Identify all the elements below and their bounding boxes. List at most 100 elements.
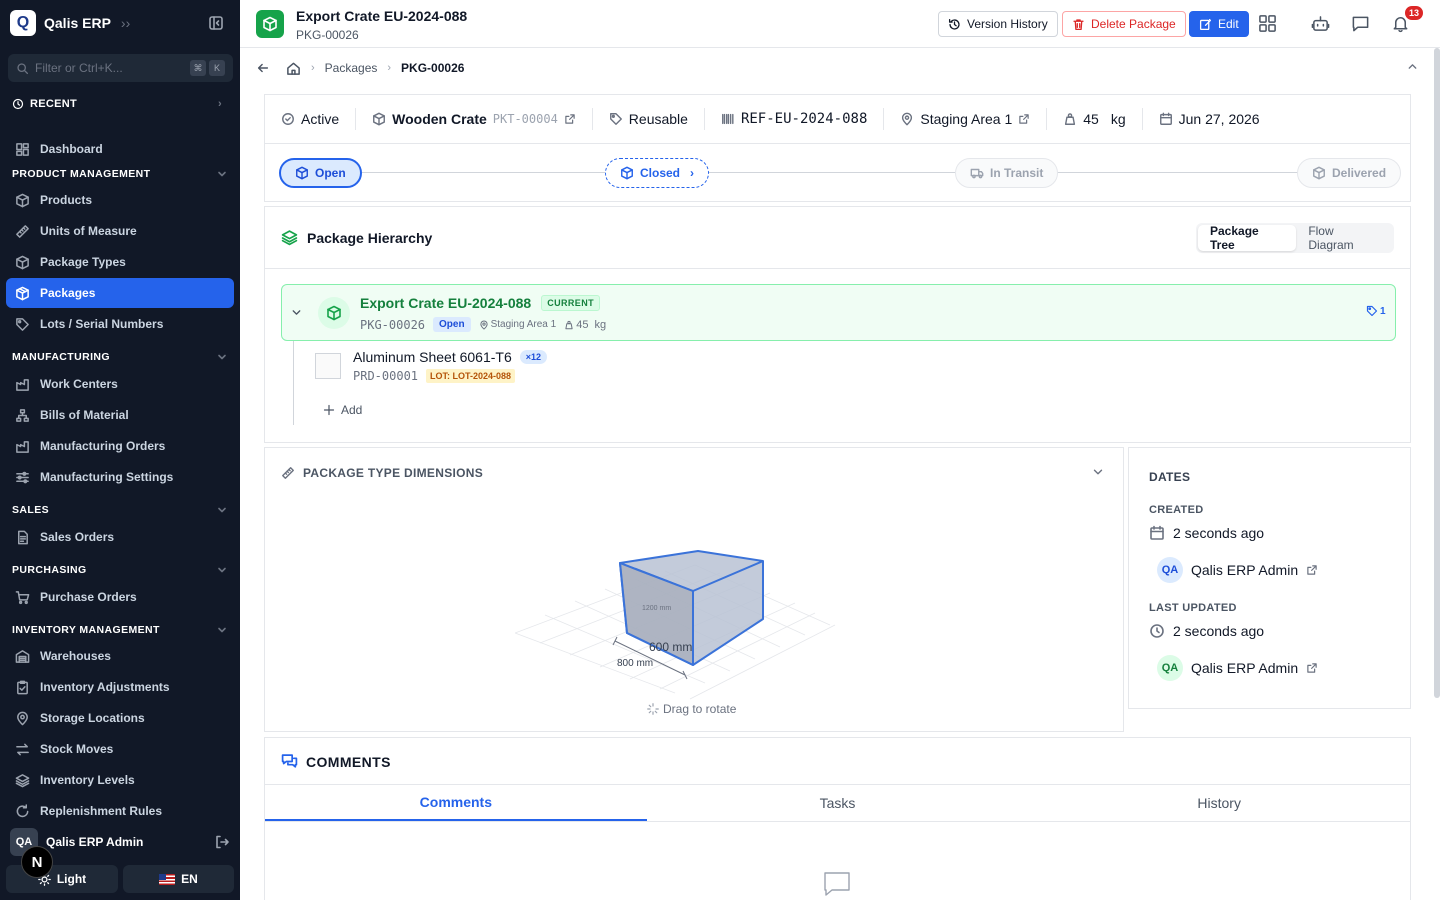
- step-open[interactable]: Open: [279, 158, 362, 188]
- button-label: Edit: [1218, 17, 1239, 31]
- bot-icon[interactable]: [1311, 14, 1330, 33]
- child-count-value: 1: [1380, 305, 1386, 317]
- language-button[interactable]: EN: [123, 865, 234, 893]
- crate-3d-view[interactable]: 1200 mm 600 mm 800 mm: [515, 543, 845, 713]
- sidebar-item-purchase-orders[interactable]: Purchase Orders: [6, 582, 234, 612]
- sidebar-item-units-of-measure[interactable]: Units of Measure: [6, 216, 234, 246]
- child-count: 1: [1366, 305, 1386, 317]
- back-arrow-icon[interactable]: [256, 61, 270, 75]
- weight-value: 45: [1083, 111, 1099, 127]
- trash-icon: [1073, 18, 1084, 30]
- external-link-icon[interactable]: [1018, 113, 1030, 125]
- main-content: Export Crate EU-2024-088 PKG-00026 Versi…: [240, 0, 1440, 900]
- dimensions-title: PACKAGE TYPE DIMENSIONS: [281, 466, 483, 480]
- comments-card: COMMENTS Comments Tasks History: [264, 737, 1411, 900]
- chevron-down-icon[interactable]: [1091, 465, 1105, 479]
- sidebar-item-packages[interactable]: Packages: [6, 278, 234, 308]
- recent-section[interactable]: RECENT ›: [12, 98, 222, 110]
- sidebar-item-manufacturing-orders[interactable]: Manufacturing Orders: [6, 431, 234, 461]
- external-link-icon[interactable]: [1306, 662, 1318, 674]
- filter-input[interactable]: Filter or Ctrl+K... ⌘ K: [8, 54, 233, 82]
- brand[interactable]: Q Qalis ERP ››: [10, 10, 130, 36]
- created-value: 2 seconds ago: [1149, 525, 1264, 541]
- sidebar-item-stock-moves[interactable]: Stock Moves: [6, 734, 234, 764]
- edit-button[interactable]: Edit: [1189, 11, 1249, 37]
- tab-history[interactable]: History: [1028, 785, 1410, 821]
- sidebar-item-dashboard[interactable]: Dashboard: [6, 134, 234, 164]
- updated-by[interactable]: QA Qalis ERP Admin: [1157, 655, 1318, 681]
- package-hierarchy-card: Package Hierarchy Package Tree Flow Diag…: [264, 206, 1411, 443]
- width-label: 600 mm: [649, 640, 692, 654]
- section-purchasing[interactable]: PURCHASING: [12, 564, 228, 576]
- section-product-management[interactable]: PRODUCT MANAGEMENT: [12, 168, 228, 180]
- comments-title-text: COMMENTS: [306, 753, 391, 770]
- root-package-node[interactable]: Export Crate EU-2024-088 CURRENT PKG-000…: [281, 284, 1396, 341]
- notification-count-badge: 13: [1403, 4, 1426, 22]
- page-title: Export Crate EU-2024-088: [296, 8, 468, 24]
- calendar-icon: [1150, 525, 1164, 540]
- language-label: EN: [181, 872, 198, 886]
- sidebar-item-sales-orders[interactable]: Sales Orders: [6, 522, 234, 552]
- chevron-up-icon[interactable]: [1406, 60, 1419, 73]
- sidebar-item-warehouses[interactable]: Warehouses: [6, 641, 234, 671]
- product-image: [315, 353, 341, 379]
- add-label: Add: [341, 403, 363, 417]
- sidebar-item-products[interactable]: Products: [6, 185, 234, 215]
- sidebar-item-bills-of-material[interactable]: Bills of Material: [6, 400, 234, 430]
- external-link-icon[interactable]: [564, 113, 576, 125]
- document-icon: [18, 530, 28, 544]
- created-value-text: 2 seconds ago: [1173, 525, 1265, 541]
- tree-connector: [293, 341, 294, 425]
- section-label: INVENTORY MANAGEMENT: [12, 624, 160, 636]
- section-sales[interactable]: SALES: [12, 504, 228, 516]
- sidebar-item-lots-serial-numbers[interactable]: Lots / Serial Numbers: [6, 309, 234, 339]
- tab-package-tree[interactable]: Package Tree: [1198, 224, 1297, 252]
- section-inventory-management[interactable]: INVENTORY MANAGEMENT: [12, 624, 228, 636]
- factory-icon: [16, 378, 29, 391]
- chevron-down-icon: [218, 627, 226, 633]
- sidebar-item-storage-locations[interactable]: Storage Locations: [6, 703, 234, 733]
- sidebar-collapse-icon[interactable]: [208, 15, 224, 31]
- status-value: Active: [301, 111, 340, 127]
- layers-icon: [281, 230, 298, 246]
- apps-grid-icon[interactable]: [1258, 14, 1277, 33]
- weight-unit: kg: [1110, 111, 1126, 127]
- child-item-name[interactable]: Aluminum Sheet 6061-T6 ×12: [353, 349, 548, 365]
- sidebar-item-inventory-adjustments[interactable]: Inventory Adjustments: [6, 672, 234, 702]
- ruler-icon: [16, 224, 29, 238]
- step-closed[interactable]: Closed ›: [605, 158, 710, 188]
- hierarchy-header: Package Hierarchy Package Tree Flow Diag…: [265, 207, 1410, 269]
- breadcrumb-packages[interactable]: Packages: [325, 61, 378, 75]
- external-link-icon[interactable]: [1306, 564, 1318, 576]
- delete-package-button[interactable]: Delete Package: [1062, 11, 1186, 37]
- status-field: Active: [265, 108, 357, 130]
- sidebar-item-work-centers[interactable]: Work Centers: [6, 369, 234, 399]
- created-by[interactable]: QA Qalis ERP Admin: [1157, 557, 1318, 583]
- chevron-down-icon[interactable]: [290, 306, 303, 319]
- brand-logo: Q: [10, 10, 36, 36]
- sidebar-item-label: Stock Moves: [40, 742, 114, 756]
- date-field: Jun 27, 2026: [1143, 108, 1276, 130]
- status-stepper: Open Closed › In Transit Delivered: [264, 144, 1411, 202]
- breadcrumb: › Packages › PKG-00026: [240, 48, 1440, 88]
- chat-icon[interactable]: [1351, 14, 1370, 33]
- section-manufacturing[interactable]: MANUFACTURING: [12, 351, 228, 363]
- tab-tasks[interactable]: Tasks: [647, 785, 1029, 821]
- step-label: Delivered: [1332, 166, 1387, 180]
- sidebar-item-manufacturing-settings[interactable]: Manufacturing Settings: [6, 462, 234, 492]
- logout-icon[interactable]: [214, 834, 230, 850]
- tab-comments[interactable]: Comments: [265, 785, 647, 821]
- dev-tools-badge[interactable]: N: [21, 846, 53, 878]
- step-connector: [360, 172, 605, 173]
- add-item-button[interactable]: Add: [323, 403, 362, 417]
- tab-flow-diagram[interactable]: Flow Diagram: [1296, 224, 1392, 252]
- home-icon[interactable]: [286, 61, 301, 76]
- sidebar-item-replenishment-rules[interactable]: Replenishment Rules: [6, 796, 234, 826]
- sidebar-item-label: Purchase Orders: [40, 590, 137, 604]
- step-in-transit: In Transit: [955, 158, 1059, 188]
- sidebar-item-package-types[interactable]: Package Types: [6, 247, 234, 277]
- version-history-button[interactable]: Version History: [938, 11, 1058, 37]
- page-scrollbar[interactable]: [1434, 48, 1440, 698]
- sidebar-item-inventory-levels[interactable]: Inventory Levels: [6, 765, 234, 795]
- step-label: Closed: [640, 166, 681, 180]
